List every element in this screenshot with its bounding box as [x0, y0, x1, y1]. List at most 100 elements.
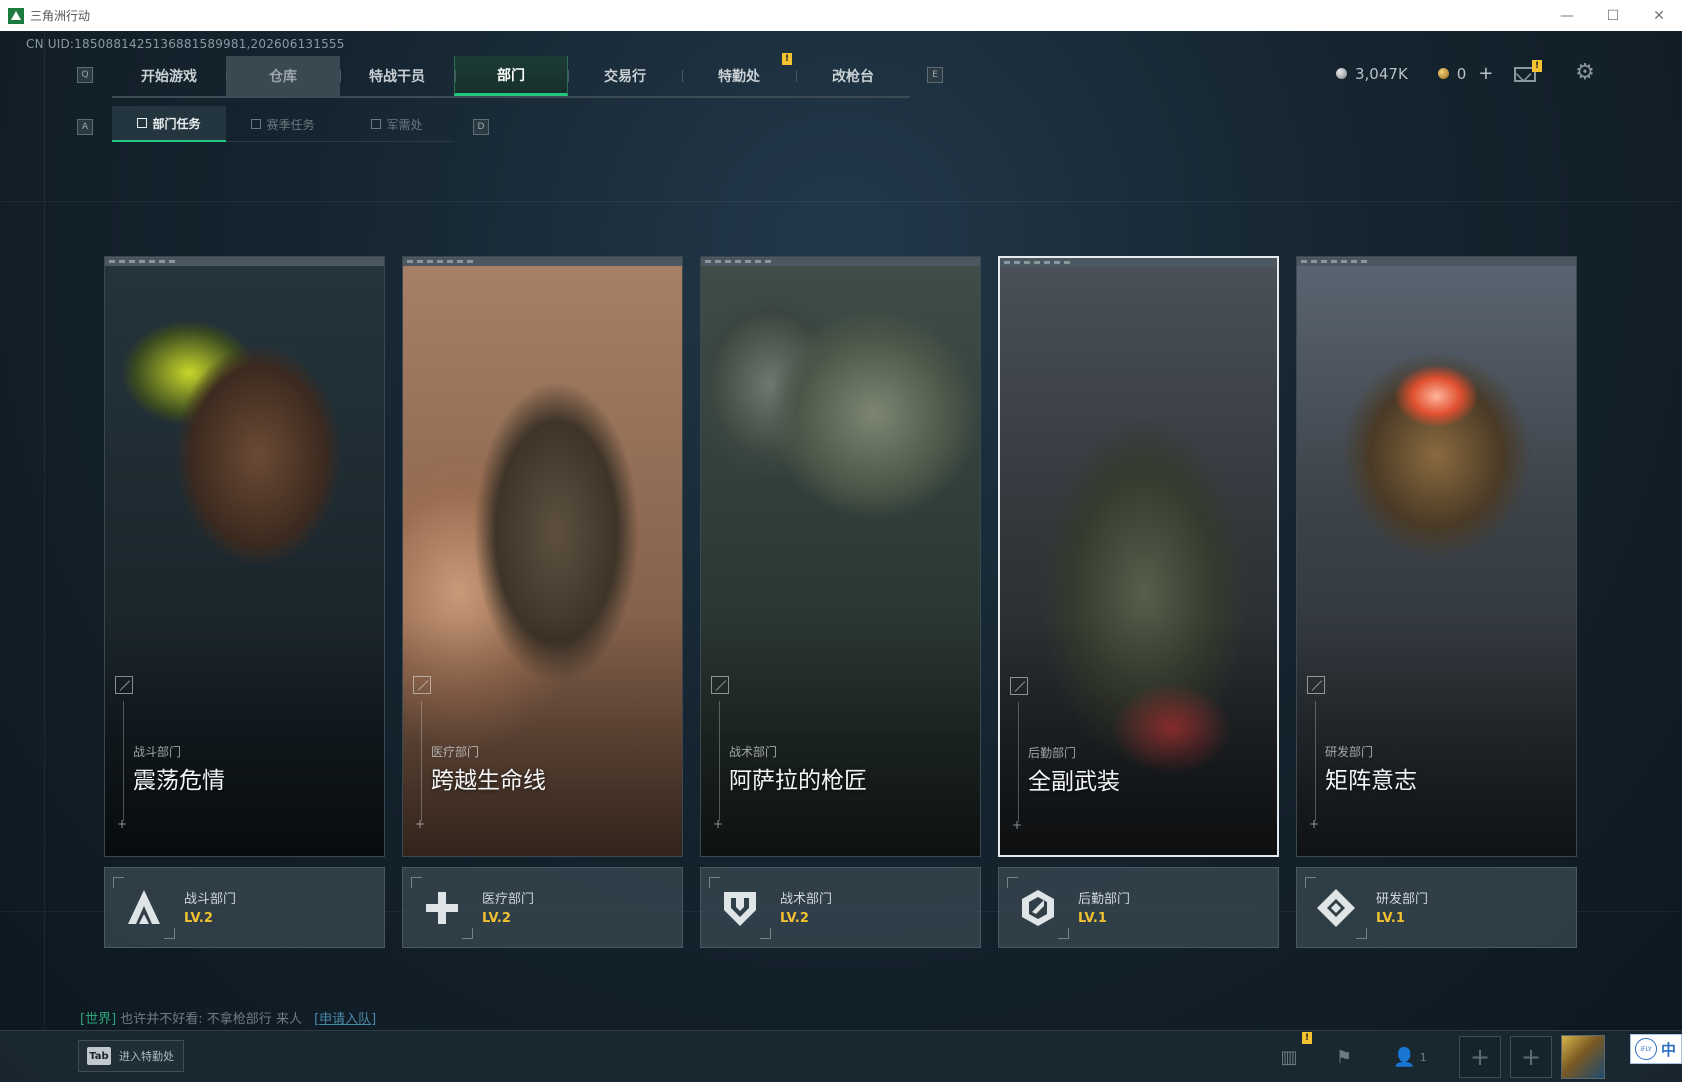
card-decor-line — [1018, 702, 1019, 822]
logistics-icon — [1007, 877, 1069, 939]
card-corner-mark — [1307, 676, 1325, 694]
tab-start-game[interactable]: 开始游戏 — [112, 56, 226, 96]
enter-special-ops-label: 进入特勤处 — [119, 1050, 174, 1063]
tab-operators[interactable]: 特战干员 — [340, 56, 454, 96]
dept-name: 战斗部门 — [184, 892, 237, 907]
subtab-season-tasks[interactable]: 赛季任务 — [226, 106, 340, 142]
quartermaster-icon — [371, 119, 382, 129]
silver-amount: 3,047K — [1355, 64, 1408, 83]
team-slot-1[interactable]: + — [1459, 1036, 1501, 1078]
subtab-department-tasks[interactable]: 部门任务 — [112, 106, 226, 142]
dept-level: LV.1 — [1078, 911, 1107, 926]
card-tactical[interactable]: + 战术部门 阿萨拉的枪匠 — [700, 256, 981, 857]
ime-indicator[interactable]: iFLY 中 — [1630, 1034, 1682, 1064]
combat-icon — [113, 877, 175, 939]
dept-name: 医疗部门 — [482, 892, 535, 907]
chat-channel: [世界] — [80, 1012, 117, 1027]
gold-amount: 0 — [1456, 64, 1467, 83]
grid-line — [0, 201, 1682, 202]
flag-icon[interactable]: ⚑ — [1331, 1044, 1357, 1070]
card-combat[interactable]: + 战斗部门 震荡危情 — [104, 256, 385, 857]
card-medical[interactable]: + 医疗部门 跨越生命线 — [402, 256, 683, 857]
card-research[interactable]: + 研发部门 矩阵意志 — [1296, 256, 1577, 857]
dept-level: LV.1 — [1376, 911, 1405, 926]
add-currency-button[interactable]: + — [1478, 63, 1493, 84]
card-decor-line — [1315, 701, 1316, 821]
silver-coin-icon — [1336, 68, 1347, 79]
nav-next-key-hint[interactable]: E — [927, 67, 943, 83]
card-shade — [403, 616, 682, 856]
friends-icon[interactable]: 👤 1 — [1390, 1044, 1430, 1070]
settings-gear-icon[interactable]: ⚙ — [1574, 62, 1596, 84]
card-shade — [1297, 616, 1576, 856]
card-subtitle: 医疗部门 — [431, 745, 480, 759]
card-header-strip — [701, 257, 980, 266]
tab-special-ops[interactable]: 特勤处 — [682, 56, 796, 96]
stats-chart-icon[interactable]: ▥ — [1276, 1044, 1302, 1070]
card-header-strip — [1297, 257, 1576, 266]
subnav-next-key-hint[interactable]: D — [473, 119, 489, 135]
dept-panel-combat[interactable]: 战斗部门 LV.2 — [104, 867, 385, 948]
close-button[interactable]: ✕ — [1636, 0, 1682, 31]
tab-departments[interactable]: 部门 — [454, 56, 568, 96]
nav-notification-badge: ! — [782, 53, 792, 65]
card-header-strip — [1000, 258, 1277, 267]
enter-special-ops-button[interactable]: Tab 进入特勤处 — [78, 1040, 184, 1072]
ime-logo-icon: iFLY — [1635, 1038, 1657, 1060]
player-avatar[interactable] — [1561, 1035, 1605, 1079]
tactical-icon — [709, 877, 771, 939]
maximize-button[interactable]: ☐ — [1590, 0, 1636, 31]
uid-text: CN UID:1850881425136881589981,2026061315… — [26, 37, 345, 51]
card-subtitle: 战斗部门 — [133, 745, 182, 759]
card-title: 全副武装 — [1028, 769, 1120, 795]
card-shade — [1000, 615, 1277, 855]
stats-notification-badge: ! — [1302, 1032, 1312, 1044]
team-slot-2[interactable]: + — [1510, 1036, 1552, 1078]
subtab-quartermaster[interactable]: 军需处 — [340, 106, 454, 142]
gold-coin-icon — [1437, 68, 1449, 79]
tab-market[interactable]: 交易行 — [568, 56, 682, 96]
person-icon: 👤 — [1393, 1046, 1416, 1068]
subtab-label: 部门任务 — [152, 116, 201, 131]
apply-join-link[interactable]: [申请入队] — [314, 1012, 376, 1027]
game-viewport: CN UID:1850881425136881589981,2026061315… — [0, 31, 1682, 1082]
dept-name: 研发部门 — [1376, 892, 1429, 907]
card-subtitle: 战术部门 — [729, 745, 778, 759]
card-cross-mark: + — [713, 817, 724, 831]
nav-prev-key-hint[interactable]: Q — [77, 67, 93, 83]
card-decor-line — [719, 701, 720, 821]
medical-icon — [411, 877, 473, 939]
card-title: 跨越生命线 — [431, 768, 546, 794]
card-subtitle: 研发部门 — [1325, 745, 1374, 759]
tab-key-hint: Tab — [87, 1047, 111, 1065]
minimize-button[interactable]: — — [1544, 0, 1590, 31]
card-corner-mark — [115, 676, 133, 694]
card-cross-mark: + — [1012, 818, 1023, 832]
dept-panel-research[interactable]: 研发部门 LV.1 — [1296, 867, 1577, 948]
tab-warehouse[interactable]: 仓库 — [226, 56, 340, 96]
card-subtitle: 后勤部门 — [1028, 746, 1077, 760]
subtab-label: 赛季任务 — [266, 117, 315, 132]
window-title: 三角洲行动 — [30, 9, 91, 23]
card-logistics[interactable]: + 后勤部门 全副武装 — [998, 256, 1279, 857]
friends-count: 1 — [1419, 1050, 1427, 1064]
subtab-label: 军需处 — [386, 117, 423, 132]
subnav-prev-key-hint[interactable]: A — [77, 119, 93, 135]
chat-message: 也许并不好看: 不拿枪部行 来人 — [120, 1012, 302, 1027]
dept-panel-logistics[interactable]: 后勤部门 LV.1 — [998, 867, 1279, 948]
tab-gunsmith[interactable]: 改枪台 — [796, 56, 910, 96]
dept-panel-medical[interactable]: 医疗部门 LV.2 — [402, 867, 683, 948]
research-icon — [1305, 877, 1367, 939]
dept-name: 战术部门 — [780, 892, 833, 907]
dept-name: 后勤部门 — [1078, 892, 1131, 907]
card-header-strip — [403, 257, 682, 266]
card-cross-mark: + — [117, 817, 128, 831]
task-icon — [137, 118, 148, 128]
mail-notification-badge: ! — [1532, 60, 1542, 72]
card-cross-mark: + — [1309, 817, 1320, 831]
card-title: 震荡危情 — [133, 768, 225, 794]
app-logo-icon — [8, 7, 24, 24]
ime-mode-label: 中 — [1661, 1040, 1677, 1059]
world-chat-line: [世界] 也许并不好看: 不拿枪部行 来人 [申请入队] — [80, 1008, 376, 1027]
dept-panel-tactical[interactable]: 战术部门 LV.2 — [700, 867, 981, 948]
